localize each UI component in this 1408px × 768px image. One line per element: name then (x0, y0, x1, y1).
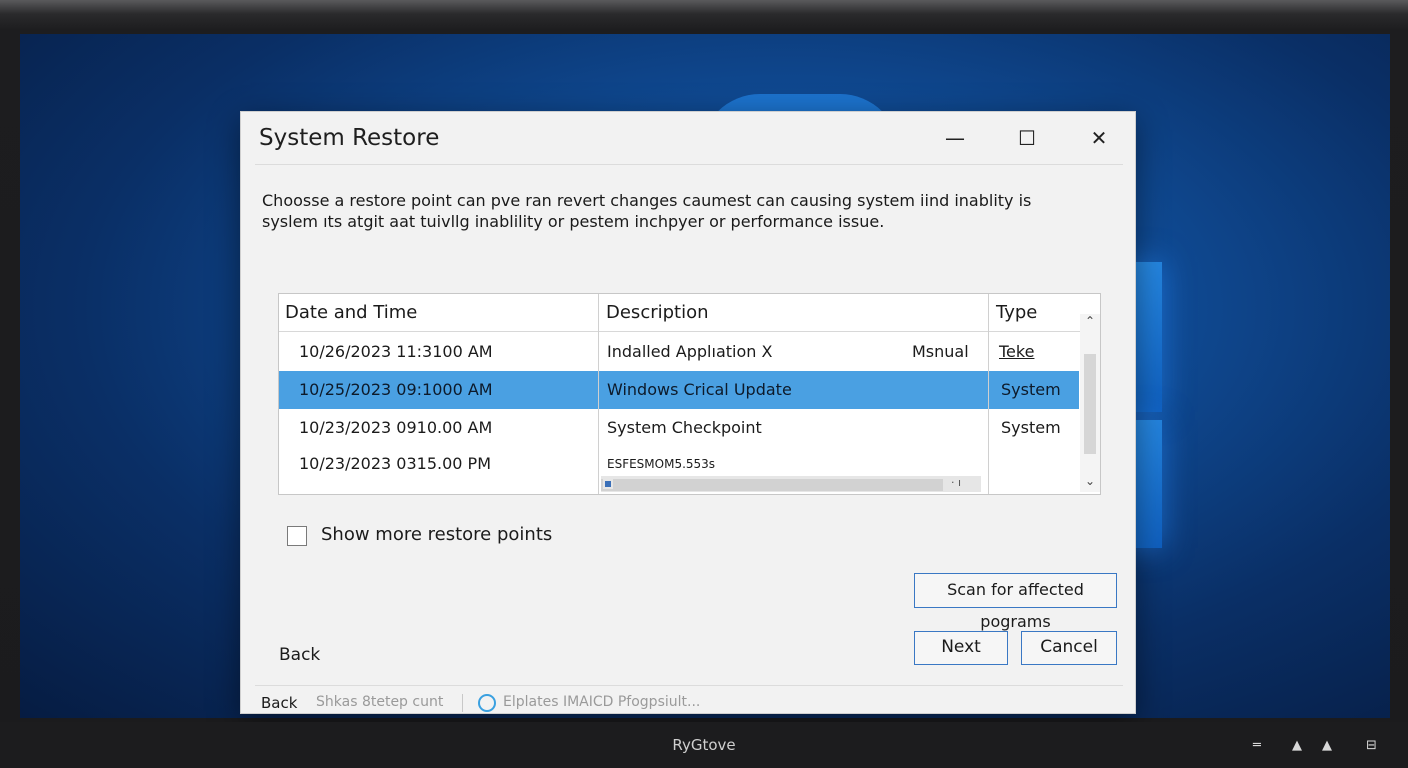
status-item-restore: Shkas 8tetep cunt (316, 694, 444, 710)
minimize-button[interactable]: — (935, 122, 975, 154)
status-item-updates: Elplates IMAICD Pfogpsiult... (503, 694, 701, 710)
status-divider (255, 685, 1123, 686)
status-separator (462, 694, 463, 712)
cell-date: 10/23/2023 0910.00 AM (299, 418, 493, 437)
system-restore-dialog: System Restore — ☐ ✕ Choosse a restore p… (240, 111, 1136, 714)
title-divider (255, 164, 1123, 165)
next-button[interactable]: Next (914, 631, 1008, 665)
title-bar: System Restore — ☐ ✕ (241, 112, 1135, 164)
cell-type: System (1001, 380, 1061, 399)
table-row-selected[interactable]: 10/25/2023 09:1000 AM Windows Crical Upd… (279, 371, 1079, 409)
instructions-text: Choosse a restore point can pve ran reve… (262, 191, 1032, 231)
show-more-checkbox[interactable] (287, 526, 307, 546)
scroll-up-icon[interactable]: ⌃ (1080, 314, 1100, 328)
taskbar: RyGtove ═ ▲ ▲ ⊟ (0, 722, 1408, 768)
scroll-right-icon[interactable]: · ı (951, 476, 961, 489)
cell-description: Indalled Applıation X (607, 342, 773, 361)
scroll-thumb[interactable] (1084, 354, 1096, 454)
scroll-down-icon[interactable]: ⌄ (1080, 474, 1100, 488)
cancel-button[interactable]: Cancel (1021, 631, 1117, 665)
dialog-title: System Restore (259, 125, 440, 151)
cell-extra: Msnual (912, 342, 969, 361)
maximize-button[interactable]: ☐ (1007, 122, 1047, 154)
header-description[interactable]: Description (599, 294, 989, 332)
cell-date: 10/25/2023 09:1000 AM (299, 380, 493, 399)
tray-menu-icon[interactable]: ═ (1253, 738, 1261, 753)
cell-type: System (1001, 418, 1061, 437)
column-divider (988, 294, 989, 494)
cell-type: Teke (999, 342, 1035, 361)
column-divider (598, 294, 599, 494)
vertical-scrollbar[interactable]: ⌃ ⌄ (1080, 314, 1100, 492)
taskbar-title: RyGtove (672, 736, 736, 754)
table-row[interactable]: 10/23/2023 0910.00 AM System Checkpoint … (279, 409, 1079, 447)
cell-date: 10/26/2023 11:3100 AM (299, 342, 493, 361)
restore-points-table: Date and Time Description Type 10/26/202… (278, 293, 1101, 495)
header-date-time[interactable]: Date and Time (279, 294, 599, 332)
cell-date: 10/23/2023 0315.00 PM (299, 454, 492, 473)
tray-up-icon[interactable]: ▲ (1322, 738, 1332, 753)
tray-up-icon[interactable]: ▲ (1292, 738, 1302, 753)
status-back[interactable]: Back (261, 694, 297, 712)
scan-affected-programs-button[interactable]: Scan for affected pograms (914, 573, 1117, 631)
table-row[interactable]: 10/26/2023 11:3100 AM Indalled Applıatio… (279, 333, 1079, 371)
horizontal-scrollbar[interactable]: · ı (601, 476, 981, 492)
scroll-left-icon[interactable] (603, 479, 613, 489)
update-icon (478, 694, 496, 712)
cell-description: Windows Crical Update (607, 380, 792, 399)
cell-description: System Checkpoint (607, 418, 762, 437)
show-more-label[interactable]: Show more restore points (321, 524, 552, 545)
back-link[interactable]: Back (279, 645, 320, 665)
close-button[interactable]: ✕ (1079, 122, 1119, 154)
h-scroll-thumb[interactable] (601, 479, 943, 491)
tray-window-icon[interactable]: ⊟ (1366, 738, 1377, 753)
